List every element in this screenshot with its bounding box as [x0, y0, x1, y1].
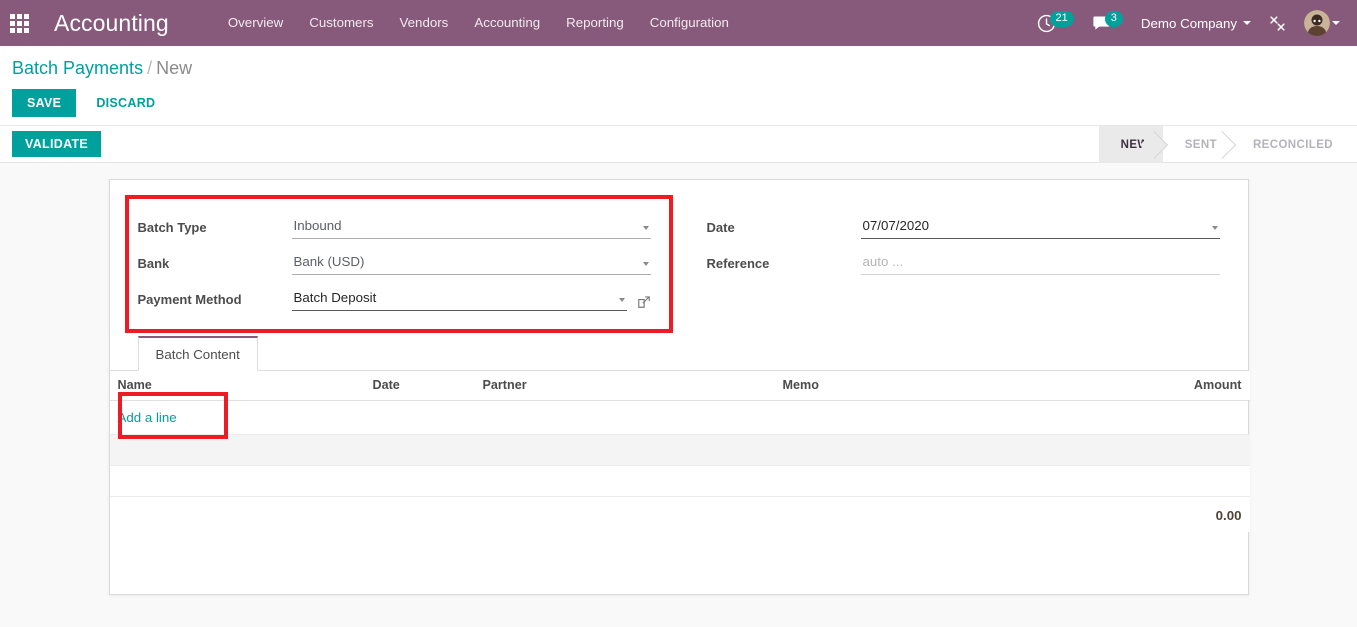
discard-button[interactable]: DISCARD — [84, 89, 167, 117]
stage-reconciled[interactable]: RECONCILED — [1231, 126, 1347, 163]
form-group-left: Batch Type Inbound Bank Bank (USD) Payme… — [110, 210, 679, 318]
field-label-reference: Reference — [706, 256, 770, 271]
record-action-buttons: SAVE DISCARD — [12, 89, 1357, 117]
menu-item-vendors[interactable]: Vendors — [387, 0, 462, 46]
chevron-down-icon — [1243, 21, 1251, 25]
add-a-line-cell[interactable]: Add a line — [109, 400, 1250, 435]
apps-grid-icon[interactable] — [6, 0, 32, 46]
batch-type-input[interactable]: Inbound — [291, 216, 651, 239]
chevron-down-icon — [1211, 226, 1218, 230]
breadcrumb-current: New — [156, 58, 193, 78]
chevron-down-icon — [642, 262, 649, 266]
add-a-line-link[interactable]: Add a line — [118, 410, 177, 425]
field-label-date: Date — [706, 220, 735, 235]
navbar-systray: 21 3 Demo Company — [1028, 0, 1349, 46]
add-a-line-row[interactable]: Add a line — [109, 400, 1250, 435]
top-navbar: Accounting Overview Customers Vendors Ac… — [0, 0, 1357, 46]
stage-new[interactable]: NEW — [1098, 126, 1163, 163]
date-value: 07/07/2020 — [862, 218, 930, 233]
table-filler-row — [109, 465, 1250, 497]
menu-item-reporting[interactable]: Reporting — [553, 0, 637, 46]
field-date: Date 07/07/2020 — [707, 210, 1220, 239]
field-payment-method: Payment Method Batch Deposit — [138, 282, 651, 311]
batch-type-value: Inbound — [293, 218, 342, 233]
menu-item-overview[interactable]: Overview — [215, 0, 296, 46]
messaging-menu[interactable]: 3 — [1083, 0, 1132, 46]
status-bar: VALIDATE NEW SENT RECONCILED — [0, 126, 1357, 163]
notebook: Batch Content Name Date Partner Memo Amo… — [109, 336, 1250, 594]
payment-method-value: Batch Deposit — [293, 290, 377, 305]
payment-method-input[interactable]: Batch Deposit — [291, 288, 627, 311]
sheet-bottom-padding — [109, 532, 1248, 594]
chevron-down-icon — [1332, 21, 1340, 25]
table-filler-cell — [109, 465, 1250, 497]
reference-placeholder: auto ... — [862, 254, 904, 269]
external-link-icon[interactable] — [637, 295, 651, 309]
messages-count-badge: 3 — [1104, 10, 1123, 27]
avatar — [1304, 10, 1330, 36]
chevron-down-icon — [618, 298, 625, 302]
column-header-partner: Partner — [474, 371, 775, 401]
field-reference: Reference auto ... — [707, 246, 1220, 275]
stage-pipeline: NEW SENT RECONCILED — [1098, 126, 1347, 163]
total-amount-cell: 0.00 — [109, 496, 1250, 532]
breadcrumb-batch-payments[interactable]: Batch Payments — [12, 58, 143, 78]
activity-count-badge: 21 — [1049, 10, 1074, 27]
tab-batch-content[interactable]: Batch Content — [137, 336, 258, 371]
menu-item-customers[interactable]: Customers — [296, 0, 386, 46]
breadcrumb-separator: / — [147, 58, 153, 78]
table-filler-cell — [109, 434, 1250, 466]
field-bank: Bank Bank (USD) — [138, 246, 651, 275]
column-header-amount: Amount — [1104, 371, 1250, 401]
table-filler-row — [109, 434, 1250, 466]
notebook-tabs: Batch Content — [109, 336, 1248, 371]
breadcrumb: Batch Payments / New — [12, 58, 1357, 79]
main-menu: Overview Customers Vendors Accounting Re… — [215, 0, 742, 46]
column-header-memo: Memo — [774, 371, 1105, 401]
company-name-label: Demo Company — [1140, 15, 1237, 31]
validate-button[interactable]: VALIDATE — [12, 131, 102, 157]
field-label-batch-type: Batch Type — [137, 220, 207, 235]
wrench-screwdriver-icon — [1270, 15, 1285, 31]
form-group-right: Date 07/07/2020 Reference auto ... — [679, 210, 1248, 318]
company-switcher[interactable]: Demo Company — [1132, 0, 1260, 46]
form-sheet: Batch Type Inbound Bank Bank (USD) Payme… — [108, 179, 1250, 595]
field-label-payment-method: Payment Method — [137, 292, 242, 307]
menu-item-accounting[interactable]: Accounting — [461, 0, 553, 46]
bank-input[interactable]: Bank (USD) — [291, 252, 651, 275]
batch-content-table: Name Date Partner Memo Amount Add a line — [109, 371, 1250, 532]
control-panel: Batch Payments / New SAVE DISCARD — [0, 46, 1357, 126]
stage-sent[interactable]: SENT — [1163, 126, 1231, 163]
field-label-bank: Bank — [137, 256, 170, 271]
developer-tools-menu[interactable] — [1260, 0, 1295, 46]
bank-value: Bank (USD) — [293, 254, 365, 269]
menu-item-configuration[interactable]: Configuration — [637, 0, 742, 46]
date-input[interactable]: 07/07/2020 — [860, 216, 1220, 239]
form-view-body: Batch Type Inbound Bank Bank (USD) Payme… — [0, 163, 1357, 626]
column-header-date: Date — [364, 371, 475, 401]
app-brand-title[interactable]: Accounting — [54, 10, 169, 37]
save-button[interactable]: SAVE — [12, 89, 77, 117]
activity-menu[interactable]: 21 — [1028, 0, 1083, 46]
field-batch-type: Batch Type Inbound — [138, 210, 651, 239]
form-groups: Batch Type Inbound Bank Bank (USD) Payme… — [110, 180, 1248, 332]
table-total-row: 0.00 — [109, 496, 1250, 532]
reference-input[interactable]: auto ... — [860, 252, 1220, 275]
column-header-name: Name — [109, 371, 365, 401]
table-header-row: Name Date Partner Memo Amount — [109, 371, 1250, 401]
chevron-down-icon — [642, 226, 649, 230]
user-menu[interactable] — [1295, 0, 1349, 46]
